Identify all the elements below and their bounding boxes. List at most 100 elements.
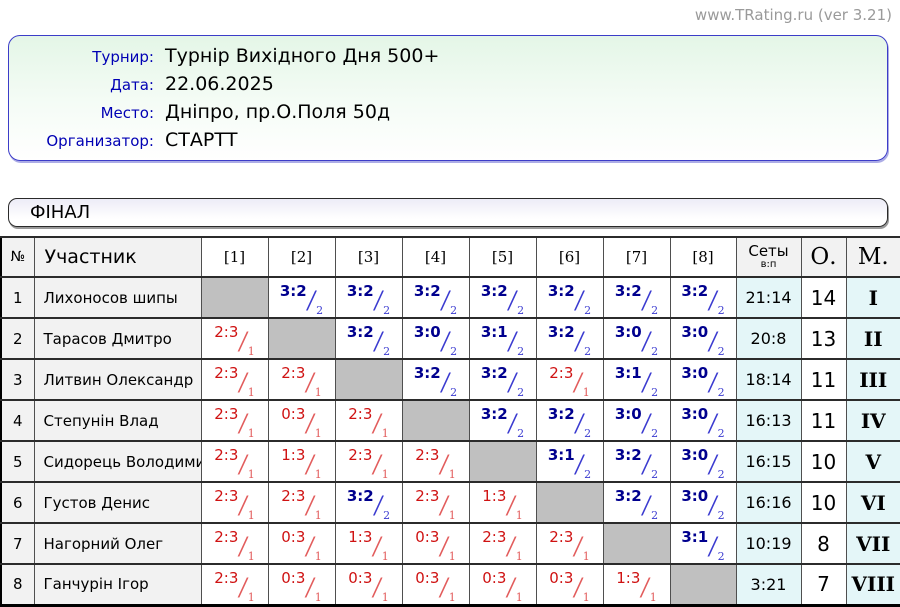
- cell-points: 10: [801, 441, 846, 482]
- match-score: 3:2: [615, 487, 642, 505]
- col-header-round-6: [6]: [536, 237, 603, 277]
- fraction-slash-icon: /: [440, 575, 447, 603]
- cell-points: 7: [801, 564, 846, 605]
- fraction-slash-icon: /: [239, 370, 246, 398]
- match-score: 3:2: [548, 323, 575, 341]
- cell-player-name: Ганчурін Ігор: [34, 564, 201, 605]
- games-won: 1: [315, 591, 322, 604]
- cell-result: 3:2/2: [603, 482, 670, 523]
- fraction-slash-icon: /: [509, 329, 516, 357]
- match-score: 2:3: [214, 405, 238, 423]
- games-won: 2: [651, 386, 658, 399]
- match-score: 0:3: [415, 569, 439, 587]
- cell-result-self: [268, 318, 335, 359]
- match-score: 3:0: [615, 323, 642, 341]
- match-score: 2:3: [214, 364, 238, 382]
- games-won: 2: [651, 427, 658, 440]
- fraction-slash-icon: /: [641, 575, 648, 603]
- cell-result: 2:3/1: [402, 482, 469, 523]
- games-won: 2: [718, 509, 725, 522]
- match-score: 3:1: [548, 446, 575, 464]
- cell-result: 3:2/2: [335, 482, 402, 523]
- match-score: 1:3: [281, 446, 305, 464]
- match-score: 3:0: [414, 323, 441, 341]
- cell-number: 1: [1, 277, 34, 318]
- cell-player-name: Тарасов Дмитро: [34, 318, 201, 359]
- fraction-slash-icon: /: [306, 534, 313, 562]
- match-score: 3:0: [681, 405, 708, 423]
- match-score: 2:3: [549, 364, 573, 382]
- cell-sets: 16:13: [736, 400, 801, 441]
- cell-number: 8: [1, 564, 34, 605]
- match-score: 2:3: [214, 487, 238, 505]
- cell-result: 3:0/2: [670, 318, 736, 359]
- fraction-slash-icon: /: [574, 534, 581, 562]
- fraction-slash-icon: /: [373, 534, 380, 562]
- match-score: 0:3: [549, 569, 573, 587]
- match-score: 2:3: [482, 528, 506, 546]
- cell-player-name: Сидорець Володимир: [34, 441, 201, 482]
- cell-result: 2:3/1: [335, 441, 402, 482]
- cell-player-name: Густов Денис: [34, 482, 201, 523]
- match-score: 0:3: [348, 569, 372, 587]
- cell-result: 3:2/2: [603, 441, 670, 482]
- fraction-slash-icon: /: [709, 534, 716, 562]
- col-header-number: №: [1, 237, 34, 277]
- cell-number: 3: [1, 359, 34, 400]
- match-score: 3:2: [615, 446, 642, 464]
- match-score: 3:0: [681, 446, 708, 464]
- match-score: 0:3: [281, 569, 305, 587]
- cell-result: 1:3/1: [603, 564, 670, 605]
- table-row: 4Степунін Влад2:3/10:3/12:3/13:2/23:2/23…: [1, 400, 900, 441]
- cell-points: 11: [801, 359, 846, 400]
- cell-sets: 16:16: [736, 482, 801, 523]
- cell-player-name: Степунін Влад: [34, 400, 201, 441]
- cell-result: 3:0/2: [603, 400, 670, 441]
- tournament-info-panel: Турнир: Турнір Вихідного Дня 500+ Дата: …: [8, 35, 888, 161]
- match-score: 3:0: [615, 405, 642, 423]
- section-title: ФІНАЛ: [30, 202, 90, 223]
- fraction-slash-icon: /: [576, 288, 583, 316]
- cell-points: 11: [801, 400, 846, 441]
- cell-result: 3:2/2: [469, 400, 536, 441]
- cell-points: 10: [801, 482, 846, 523]
- fraction-slash-icon: /: [306, 575, 313, 603]
- cell-result: 2:3/1: [268, 359, 335, 400]
- games-won: 2: [718, 550, 725, 563]
- cell-result: 0:3/1: [536, 564, 603, 605]
- cell-sets: 21:14: [736, 277, 801, 318]
- games-won: 2: [718, 345, 725, 358]
- fraction-slash-icon: /: [509, 288, 516, 316]
- cell-result: 3:0/2: [670, 441, 736, 482]
- games-won: 2: [651, 345, 658, 358]
- match-score: 2:3: [281, 487, 305, 505]
- cell-result: 3:1/2: [536, 441, 603, 482]
- games-won: 2: [383, 509, 390, 522]
- cell-player-name: Литвин Олександр: [34, 359, 201, 400]
- col-header-place: М.: [846, 237, 900, 277]
- games-won: 2: [517, 345, 524, 358]
- col-header-player: Участник: [34, 237, 201, 277]
- cell-place: III: [846, 359, 900, 400]
- fraction-slash-icon: /: [440, 493, 447, 521]
- match-score: 3:2: [548, 282, 575, 300]
- fraction-slash-icon: /: [373, 411, 380, 439]
- fraction-slash-icon: /: [574, 370, 581, 398]
- match-score: 2:3: [549, 528, 573, 546]
- match-score: 3:2: [481, 364, 508, 382]
- cell-result: 2:3/1: [201, 400, 268, 441]
- info-row-tournament: Турнир: Турнір Вихідного Дня 500+: [9, 45, 887, 73]
- match-score: 3:2: [280, 282, 307, 300]
- match-score: 2:3: [214, 528, 238, 546]
- match-score: 2:3: [348, 446, 372, 464]
- cell-result: 2:3/1: [201, 441, 268, 482]
- fraction-slash-icon: /: [509, 411, 516, 439]
- fraction-slash-icon: /: [373, 452, 380, 480]
- games-won: 2: [383, 345, 390, 358]
- table-header-row: №Участник[1][2][3][4][5][6][7][8]Сетыв:п…: [1, 237, 900, 277]
- results-table: №Участник[1][2][3][4][5][6][7][8]Сетыв:п…: [0, 236, 900, 607]
- games-won: 2: [316, 304, 323, 317]
- cell-result: 1:3/1: [268, 441, 335, 482]
- cell-result: 0:3/1: [402, 564, 469, 605]
- games-won: 1: [449, 591, 456, 604]
